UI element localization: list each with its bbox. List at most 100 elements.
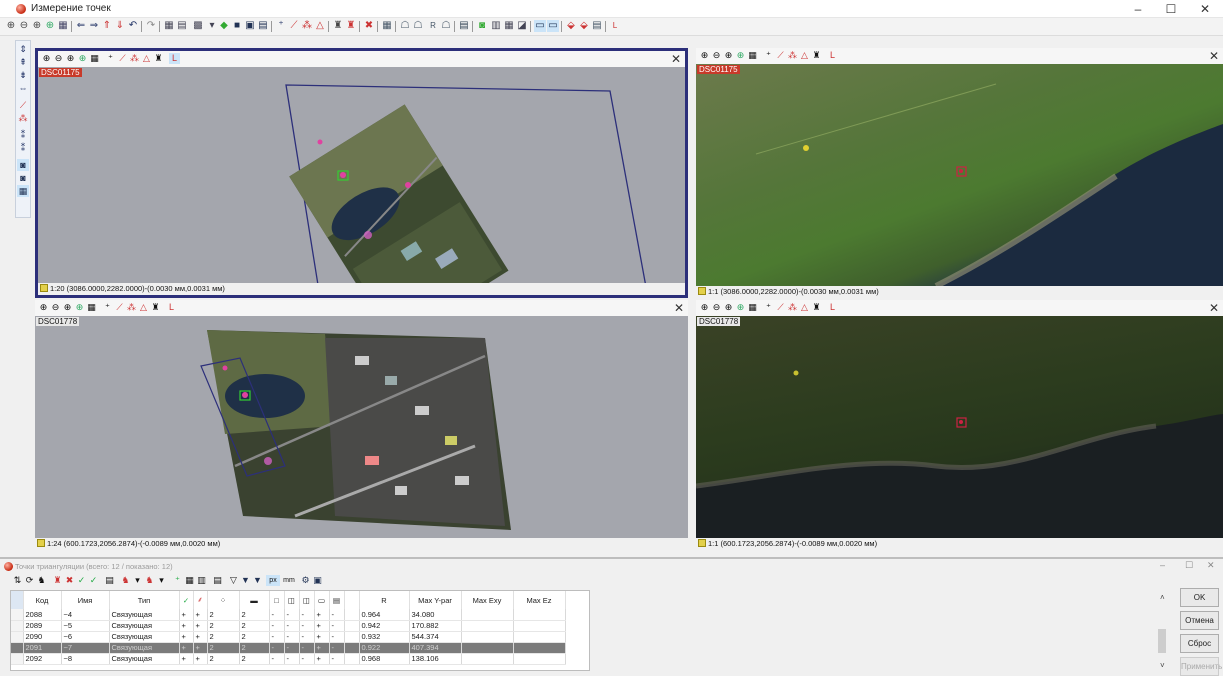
dialog-close-button[interactable]: ✕: [1207, 560, 1215, 571]
pen-icon[interactable]: ⟋: [775, 302, 786, 313]
arrow-right-icon[interactable]: ⇒: [88, 20, 100, 32]
l-icon[interactable]: L: [827, 302, 838, 313]
redo-icon[interactable]: ↷: [145, 20, 157, 32]
triangle-icon[interactable]: ⁂: [129, 53, 140, 64]
tile-icon[interactable]: ▦: [163, 20, 175, 32]
image-view[interactable]: DSC01175: [696, 64, 1223, 286]
chess-icon[interactable]: ♜: [153, 53, 164, 64]
pen-icon[interactable]: ⟋: [775, 50, 786, 61]
grid-column-icon[interactable]: ⁘: [207, 591, 240, 609]
doc-icon[interactable]: R: [427, 20, 439, 32]
scroll-up-icon[interactable]: ˄: [1160, 593, 1165, 602]
zoom-fit-icon[interactable]: ⊕: [62, 302, 73, 313]
stack-icon[interactable]: ☖: [440, 20, 452, 32]
row-header[interactable]: [11, 609, 24, 621]
split-view-alt-icon[interactable]: ▭: [547, 20, 559, 32]
filter-on-icon[interactable]: ▼: [240, 575, 251, 586]
row-header[interactable]: [11, 620, 24, 632]
filter-icon[interactable]: ▩: [192, 20, 204, 32]
zoom-out-icon[interactable]: ⊖: [50, 302, 61, 313]
split-view-icon[interactable]: ▭: [534, 20, 546, 32]
check-alt-icon[interactable]: ✓: [88, 575, 99, 586]
table-icon[interactable]: ☖: [412, 20, 424, 32]
monitor-icon[interactable]: ▦: [503, 20, 515, 32]
pin-icon[interactable]: ◙: [476, 20, 488, 32]
add-point-icon[interactable]: ▣: [244, 20, 256, 32]
zoom-in-icon[interactable]: ⊕: [699, 302, 710, 313]
measure-icon[interactable]: ⁺: [763, 302, 774, 313]
point-icon[interactable]: ▾: [206, 20, 218, 32]
sort-icon[interactable]: ⇅: [12, 575, 23, 586]
pen-icon[interactable]: ▤: [257, 20, 269, 32]
grid-icon[interactable]: ▦: [747, 50, 758, 61]
zoom-select-icon[interactable]: ⊕: [735, 50, 746, 61]
row-header[interactable]: [11, 631, 24, 643]
zoom-fit-icon[interactable]: ⊕: [723, 302, 734, 313]
cancel-button[interactable]: Отмена: [1180, 611, 1219, 630]
image-view[interactable]: DSC01778: [696, 316, 1223, 538]
reset-button[interactable]: Сброс: [1180, 634, 1219, 653]
user-icon[interactable]: △: [799, 302, 810, 313]
zoom-out-icon[interactable]: ⊖: [711, 50, 722, 61]
zoom-fit-icon[interactable]: ⊕: [723, 50, 734, 61]
l-icon[interactable]: L: [827, 50, 838, 61]
triangle-icon[interactable]: ⁂: [126, 302, 137, 313]
column-header-r[interactable]: R: [359, 591, 410, 609]
check-icon[interactable]: ✖: [363, 20, 375, 32]
chess-icon[interactable]: ♜: [811, 50, 822, 61]
arrow-down-icon[interactable]: ⇓: [114, 20, 126, 32]
dropdown-icon[interactable]: ▾: [132, 575, 143, 586]
user-icon[interactable]: △: [138, 302, 149, 313]
grid-icon[interactable]: ▦: [57, 20, 69, 32]
copy-alt-column-icon[interactable]: ◫: [299, 591, 315, 609]
grid-icon[interactable]: ▦: [184, 575, 195, 586]
scroll-down-icon[interactable]: ⇟: [17, 69, 29, 81]
pane-close-button[interactable]: ✕: [1209, 301, 1219, 315]
measure-icon[interactable]: ⁺: [275, 20, 287, 32]
undo-icon[interactable]: ↶: [127, 20, 139, 32]
zoom-in-icon[interactable]: ⊕: [5, 20, 17, 32]
doc-icon[interactable]: ▤: [212, 575, 223, 586]
table-column-icon[interactable]: ▬: [239, 591, 270, 609]
column-header-max-exy[interactable]: Max Exy: [461, 591, 514, 609]
maximize-button[interactable]: ☐: [1156, 0, 1186, 18]
zoom-select-icon[interactable]: ⊕: [77, 53, 88, 64]
tile-alt-icon[interactable]: ▤: [176, 20, 188, 32]
l-icon[interactable]: L: [166, 302, 177, 313]
zoom-out-icon[interactable]: ⊖: [53, 53, 64, 64]
save-icon[interactable]: ⬙: [578, 20, 590, 32]
apply-button[interactable]: Применить: [1180, 657, 1222, 676]
triangle-icon[interactable]: ⁂: [787, 302, 798, 313]
tiles-icon[interactable]: ▦: [17, 185, 29, 197]
triangle-icon[interactable]: ⟋: [288, 20, 300, 32]
copy-column-icon[interactable]: ◫: [284, 591, 300, 609]
close-button[interactable]: ✕: [1190, 0, 1220, 18]
table-icon[interactable]: ▤: [104, 575, 115, 586]
zoom-select-icon[interactable]: ⊕: [74, 302, 85, 313]
bars-icon[interactable]: ▤: [458, 20, 470, 32]
pane-close-button[interactable]: ✕: [1209, 49, 1219, 63]
down-icon[interactable]: ♞: [144, 575, 155, 586]
pick-alt-icon[interactable]: ⁂: [17, 112, 29, 124]
pane-close-button[interactable]: ✕: [674, 301, 684, 315]
image-icon[interactable]: ■: [231, 20, 243, 32]
list-icon[interactable]: ♜: [345, 20, 357, 32]
view-icon[interactable]: ▥: [490, 20, 502, 32]
folder-icon[interactable]: ◆: [218, 20, 230, 32]
chess-icon[interactable]: ♜: [150, 302, 161, 313]
point-icon[interactable]: ⁺: [172, 575, 183, 586]
column-header-blank[interactable]: [344, 591, 360, 609]
zoom-fit-icon[interactable]: ⊕: [31, 20, 43, 32]
mm-unit-button[interactable]: mm: [282, 575, 296, 586]
grid-icon[interactable]: ▦: [747, 302, 758, 313]
pen-icon[interactable]: ⟋: [117, 53, 128, 64]
check-icon[interactable]: ✓: [76, 575, 87, 586]
column-header-max-ez[interactable]: Max Ez: [513, 591, 566, 609]
dialog-restore-button[interactable]: ☐: [1185, 560, 1193, 571]
triangle-icon[interactable]: ⁂: [787, 50, 798, 61]
filter-off-icon[interactable]: ▼: [252, 575, 263, 586]
settings-icon[interactable]: ⚙: [300, 575, 311, 586]
binoculars-icon[interactable]: ♞: [36, 575, 47, 586]
px-unit-button[interactable]: px: [266, 575, 280, 586]
photo-icon[interactable]: ◙: [17, 159, 29, 171]
